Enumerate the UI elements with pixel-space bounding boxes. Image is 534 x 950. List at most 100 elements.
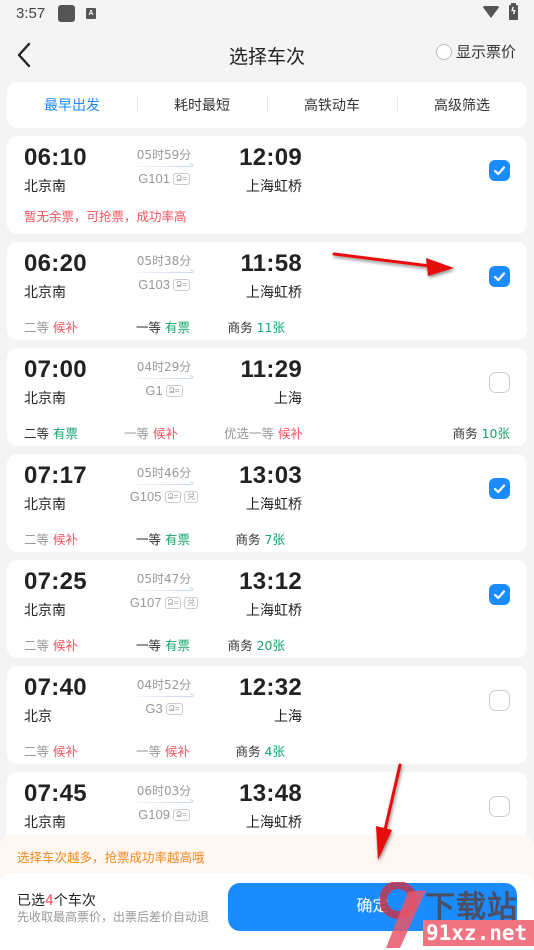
header: 选择车次 显示票价 (0, 28, 534, 80)
route-line (137, 590, 193, 591)
train-info: 05时38分 G103 Ձ= (129, 252, 199, 292)
route-line (137, 378, 193, 379)
show-price-checkbox[interactable] (435, 43, 452, 60)
seat-status: 候补 (153, 426, 179, 441)
duration: 05时46分 (136, 466, 192, 480)
train-select-checkbox[interactable] (489, 796, 510, 817)
tab-advanced-filter[interactable]: 高级筛选 (397, 95, 527, 115)
seat-class: 一等 (136, 532, 162, 547)
arrival-time: 11:58 (240, 250, 302, 277)
no-ticket-warning: 暂无余票，可抢票，成功率高 (24, 209, 187, 224)
arrival-station: 上海虹桥 (246, 497, 302, 513)
status-time: 3:57 (16, 5, 46, 22)
seat-status: 有票 (165, 532, 191, 547)
duration: 04时52分 (136, 678, 192, 692)
seat-class: 二等 (24, 320, 50, 335)
sort-tabs: 最早出发 耗时最短 高铁动车 高级筛选 (7, 82, 527, 128)
tip-text: 选择车次越多，抢票成功率越高哦 (17, 850, 205, 865)
id-card-tag-icon: Ձ= (173, 172, 190, 185)
train-card[interactable]: 07:00 北京南 04时29分 G1 Ձ= 11:29 上海 二等 有票 一等 候… (7, 348, 527, 446)
seat-item: 二等 候补 (24, 635, 78, 654)
wifi-icon (482, 6, 500, 18)
arrival-station: 上海虹桥 (246, 179, 302, 195)
train-card[interactable]: 07:17 北京南 05时46分 G105 Ձ= 兑 13:03 上海虹桥 二等 候… (7, 454, 527, 552)
seat-item: 一等 有票 (136, 529, 190, 548)
route-line (137, 272, 193, 273)
id-card-tag-icon: Ձ= (164, 490, 182, 503)
train-number: G103 (138, 277, 170, 292)
departure-time: 07:45 (24, 780, 87, 807)
train-card[interactable]: 06:10 北京南 05时59分 G101 Ձ= 12:09 上海虹桥 暂无余票，… (7, 136, 527, 234)
selected-count: 4 (45, 893, 54, 909)
bottom-bar: 已选4个车次 先收取最高票价，出票后差价自动退 确定 (0, 873, 534, 950)
seat-item: 一等 候补 (124, 423, 178, 442)
train-number: G1 (145, 383, 163, 398)
show-price-toggle[interactable]: 显示票价 (435, 41, 516, 62)
seat-class: 二等 (24, 426, 50, 441)
seat-class: 二等 (24, 744, 50, 759)
seat-status: 10张 (481, 426, 510, 441)
tab-earliest-departure[interactable]: 最早出发 (7, 95, 137, 115)
train-select-checkbox[interactable] (489, 584, 510, 605)
seat-item: 优选一等 候补 (224, 423, 303, 442)
arrival-time: 13:12 (239, 568, 302, 595)
seat-item: 二等 候补 (24, 317, 78, 336)
seat-status: 有票 (165, 638, 191, 653)
train-card[interactable]: 07:40 北京 04时52分 G3 Ձ= 12:32 上海 二等 候补 一等 候补… (7, 666, 527, 764)
arrival-station: 上海虹桥 (246, 603, 302, 619)
train-info: 05时59分 G101 Ձ= (129, 146, 199, 186)
id-card-tag-icon: Ձ= (165, 702, 183, 715)
tab-shortest-duration[interactable]: 耗时最短 (137, 95, 267, 115)
duration: 05时59分 (136, 148, 192, 162)
route-line (137, 484, 193, 485)
train-number: G105 (129, 489, 162, 504)
departure-station: 北京南 (24, 603, 66, 619)
seat-item: 商务 11张 (228, 317, 285, 336)
departure-time: 07:40 (24, 674, 87, 701)
departure-station: 北京南 (24, 179, 66, 195)
confirm-button[interactable]: 确定 (228, 883, 517, 931)
train-number: G101 (138, 171, 170, 186)
exchange-tag-icon: 兑 (184, 490, 199, 503)
train-select-checkbox[interactable] (489, 372, 510, 393)
check-icon (493, 484, 506, 494)
departure-station: 北京 (24, 709, 52, 725)
selected-count-text: 已选4个车次 (17, 890, 96, 910)
arrival-time: 12:09 (239, 144, 302, 171)
seat-item: 二等 候补 (24, 741, 78, 760)
arrival-time: 13:03 (239, 462, 302, 489)
seat-class: 商务 (227, 320, 253, 335)
seat-class: 一等 (136, 744, 162, 759)
status-bar: 3:57 A ϟ (0, 0, 534, 28)
seat-status: 4张 (264, 744, 285, 759)
id-card-tag-icon: Ձ= (173, 278, 190, 291)
train-number: G3 (145, 701, 163, 716)
check-icon (493, 590, 506, 600)
seat-availability: 二等 候补 一等 有票 商务 7张 (24, 529, 510, 547)
seat-availability: 二等 有票 一等 候补 优选一等 候补 商务 10张 (24, 423, 510, 441)
train-select-checkbox[interactable] (489, 160, 510, 181)
departure-station: 北京南 (24, 497, 66, 513)
duration: 05时38分 (136, 254, 192, 268)
route-line (137, 802, 193, 803)
departure-station: 北京南 (24, 285, 66, 301)
train-card[interactable]: 06:20 北京南 05时38分 G103 Ձ= 11:58 上海虹桥 二等 候补… (7, 242, 527, 340)
seat-item: 一等 有票 (136, 635, 190, 654)
price-note: 先收取最高票价，出票后差价自动退 (17, 910, 210, 924)
departure-time: 06:20 (24, 250, 87, 277)
tab-high-speed[interactable]: 高铁动车 (267, 95, 397, 115)
battery-charging-icon: ϟ (509, 3, 518, 20)
seat-availability: 二等 候补 一等 有票 商务 20张 (24, 635, 510, 653)
seat-status: 有票 (53, 426, 79, 441)
train-card[interactable]: 07:25 北京南 05时47分 G107 Ձ= 兑 13:12 上海虹桥 二等 候… (7, 560, 527, 658)
arrival-time: 13:48 (239, 780, 302, 807)
departure-time: 07:17 (24, 462, 87, 489)
train-info: 04时29分 G1 Ձ= (129, 358, 199, 398)
train-number: G107 (129, 595, 162, 610)
train-select-checkbox[interactable] (489, 266, 510, 287)
seat-item: 一等 有票 (136, 317, 190, 336)
seat-class: 一等 (136, 320, 162, 335)
departure-time: 07:00 (24, 356, 87, 383)
train-select-checkbox[interactable] (489, 690, 510, 711)
train-select-checkbox[interactable] (489, 478, 510, 499)
